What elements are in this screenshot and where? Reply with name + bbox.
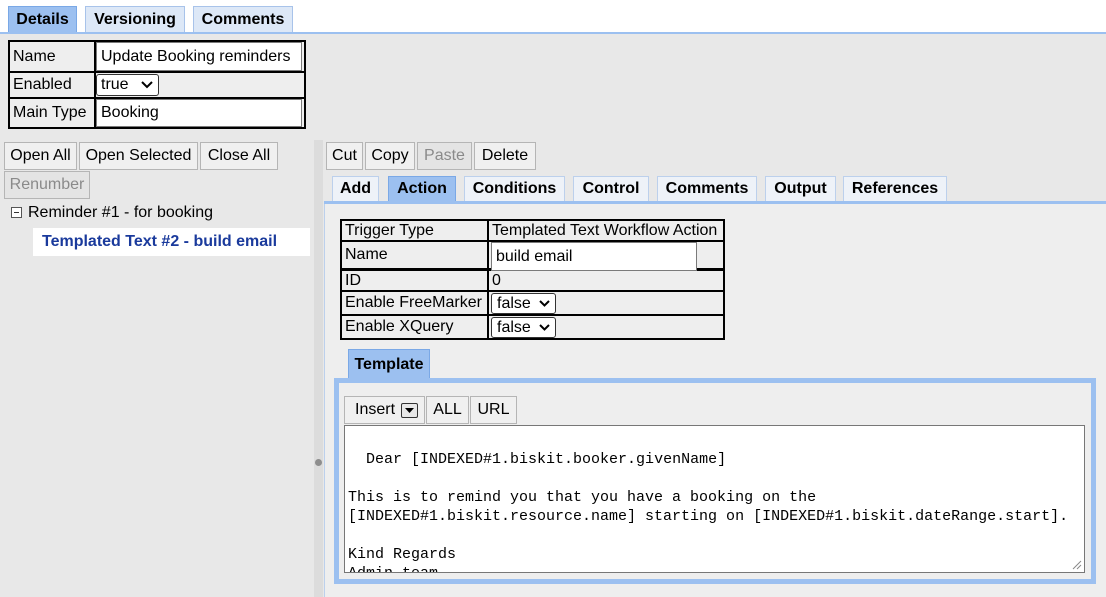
tab-template[interactable]: Template <box>348 349 430 380</box>
properties-table: Name Update Booking reminders Enabled tr… <box>8 40 306 129</box>
enable-freemarker-label: Enable FreeMarker <box>342 292 487 314</box>
paste-button[interactable]: Paste <box>417 142 472 170</box>
enabled-select[interactable]: true <box>96 74 159 96</box>
enable-xquery-select[interactable]: false <box>491 317 556 338</box>
main-type-field[interactable]: Booking <box>96 99 302 127</box>
chevron-down-icon <box>539 300 550 307</box>
trigger-type-value: Templated Text Workflow Action <box>489 221 723 240</box>
name-cell: Update Booking reminders <box>96 42 304 71</box>
tab-details[interactable]: Details <box>8 6 77 33</box>
enable-xquery-label: Enable XQuery <box>342 316 487 338</box>
all-button[interactable]: ALL <box>426 396 469 424</box>
resize-grip-icon[interactable] <box>1072 560 1082 570</box>
renumber-button[interactable]: Renumber <box>4 171 90 199</box>
enable-xquery-cell: false <box>489 316 723 338</box>
tab-strip-underline <box>0 32 1106 34</box>
trigger-type-label: Trigger Type <box>342 221 487 240</box>
enable-freemarker-select[interactable]: false <box>491 293 556 314</box>
id-label: ID <box>342 271 487 290</box>
tab-add[interactable]: Add <box>332 176 379 202</box>
tab-control[interactable]: Control <box>573 176 649 202</box>
splitter[interactable] <box>314 140 323 597</box>
id-value: 0 <box>489 271 723 290</box>
tab-conditions[interactable]: Conditions <box>464 176 565 202</box>
name-label: Name <box>10 42 94 71</box>
cut-button[interactable]: Cut <box>326 142 363 170</box>
tree-node-selected-row[interactable]: Templated Text #2 - build email <box>33 228 310 256</box>
tab-output[interactable]: Output <box>765 176 836 202</box>
tab-action[interactable]: Action <box>388 176 456 202</box>
url-button[interactable]: URL <box>470 396 517 424</box>
delete-button[interactable]: Delete <box>474 142 536 170</box>
main-type-label: Main Type <box>10 99 94 127</box>
enabled-select-value: true <box>101 76 129 93</box>
tab-references[interactable]: References <box>843 176 947 202</box>
dropdown-arrow-icon <box>401 403 418 418</box>
open-selected-button[interactable]: Open Selected <box>79 142 198 170</box>
close-all-button[interactable]: Close All <box>200 142 278 170</box>
insert-label: Insert <box>355 401 396 418</box>
template-editor[interactable]: Dear [INDEXED#1.biskit.booker.givenName]… <box>344 425 1085 573</box>
tab-versioning[interactable]: Versioning <box>85 6 185 33</box>
enable-freemarker-value: false <box>497 295 531 312</box>
collapse-minus-icon[interactable] <box>11 207 22 218</box>
tab-node-comments[interactable]: Comments <box>657 176 757 202</box>
insert-button[interactable]: Insert <box>344 396 425 424</box>
action-name-field[interactable]: build email <box>491 242 697 271</box>
tree-node-templated-text: Templated Text #2 - build email <box>42 233 278 250</box>
splitter-handle-icon[interactable] <box>315 459 322 466</box>
action-name-label: Name <box>342 242 487 268</box>
enable-freemarker-cell: false <box>489 292 723 314</box>
chevron-down-icon <box>141 81 153 89</box>
chevron-down-icon <box>539 324 550 331</box>
tab-comments[interactable]: Comments <box>193 6 293 33</box>
copy-button[interactable]: Copy <box>365 142 415 170</box>
template-content: Dear [INDEXED#1.biskit.booker.givenName]… <box>348 451 1069 572</box>
tree-node-reminder[interactable]: Reminder #1 - for booking <box>28 202 213 224</box>
enabled-cell: true <box>96 73 304 97</box>
action-properties-table: Trigger Type Templated Text Workflow Act… <box>340 219 725 340</box>
name-field[interactable]: Update Booking reminders <box>96 42 302 71</box>
action-name-cell: build email <box>489 242 723 271</box>
enabled-label: Enabled <box>10 73 94 97</box>
enable-xquery-value: false <box>497 319 531 336</box>
open-all-button[interactable]: Open All <box>4 142 77 170</box>
main-type-cell: Booking <box>96 99 304 127</box>
